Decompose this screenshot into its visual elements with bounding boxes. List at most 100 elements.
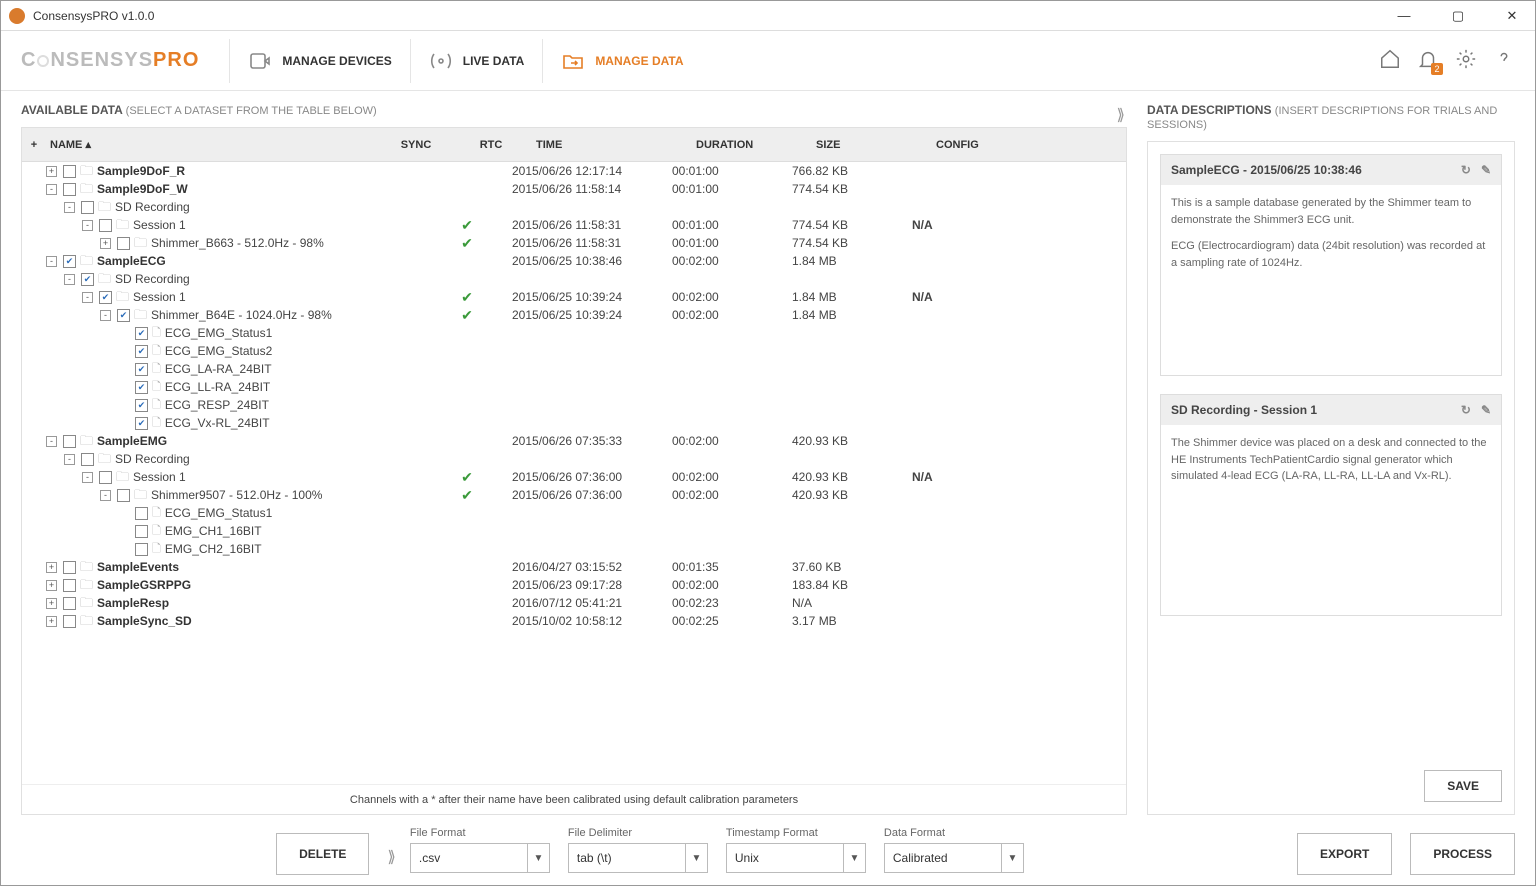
tree-row[interactable]: +🗀SampleResp2016/07/12 05:41:2100:02:23N…: [22, 594, 1126, 612]
row-checkbox[interactable]: [63, 579, 76, 592]
expand-icon[interactable]: +: [100, 238, 111, 249]
tree-row[interactable]: -🗀Session 1✔2015/06/25 10:39:2400:02:001…: [22, 288, 1126, 306]
row-checkbox[interactable]: [135, 507, 148, 520]
tree-row[interactable]: +🗀SampleEvents2016/04/27 03:15:5200:01:3…: [22, 558, 1126, 576]
collapse-icon[interactable]: -: [82, 220, 93, 231]
collapse-icon[interactable]: -: [82, 292, 93, 303]
tree-row[interactable]: +🗀SampleGSRPPG2015/06/23 09:17:2800:02:0…: [22, 576, 1126, 594]
row-checkbox[interactable]: [81, 273, 94, 286]
live-data-button[interactable]: LIVE DATA: [410, 39, 543, 83]
row-checkbox[interactable]: [81, 201, 94, 214]
home-icon[interactable]: [1379, 48, 1401, 73]
bell-icon[interactable]: 2: [1417, 48, 1439, 73]
tree-row[interactable]: +🗀Shimmer_B663 - 512.0Hz - 98%✔2015/06/2…: [22, 234, 1126, 252]
tree-row[interactable]: -🗀Shimmer9507 - 512.0Hz - 100%✔2015/06/2…: [22, 486, 1126, 504]
tree-row[interactable]: +🗀SampleSync_SD2015/10/02 10:58:1200:02:…: [22, 612, 1126, 630]
tree-row[interactable]: 🗋ECG_EMG_Status2: [22, 342, 1126, 360]
desc2-body[interactable]: The Shimmer device was placed on a desk …: [1161, 425, 1501, 615]
desc1-body[interactable]: This is a sample database generated by t…: [1161, 185, 1501, 375]
file-delimiter-select[interactable]: tab (\t)▼: [568, 843, 708, 873]
row-checkbox[interactable]: [135, 327, 148, 340]
collapse-chevrons-icon[interactable]: ⟩⟩: [1117, 105, 1121, 125]
collapse-icon[interactable]: -: [46, 184, 57, 195]
row-checkbox[interactable]: [117, 309, 130, 322]
tree-row[interactable]: 🗋ECG_LA-RA_24BIT: [22, 360, 1126, 378]
close-button[interactable]: ✕: [1497, 8, 1527, 24]
refresh-icon[interactable]: ↻: [1461, 163, 1471, 177]
gear-icon[interactable]: [1455, 48, 1477, 73]
collapse-icon[interactable]: -: [100, 310, 111, 321]
expand-icon[interactable]: +: [46, 562, 57, 573]
row-checkbox[interactable]: [63, 615, 76, 628]
row-checkbox[interactable]: [117, 489, 130, 502]
row-checkbox[interactable]: [99, 471, 112, 484]
tree-row[interactable]: -🗀Session 1✔2015/06/26 11:58:3100:01:007…: [22, 216, 1126, 234]
row-checkbox[interactable]: [135, 363, 148, 376]
col-time[interactable]: TIME: [536, 139, 696, 151]
minimize-button[interactable]: —: [1389, 8, 1419, 24]
add-column-button[interactable]: +: [22, 139, 46, 151]
tree-row[interactable]: 🗋EMG_CH1_16BIT: [22, 522, 1126, 540]
manage-data-button[interactable]: MANAGE DATA: [542, 39, 701, 83]
col-sync[interactable]: SYNC: [386, 139, 446, 151]
row-checkbox[interactable]: [135, 417, 148, 430]
delete-button[interactable]: DELETE: [276, 833, 369, 875]
collapse-icon[interactable]: -: [64, 274, 75, 285]
tree-row[interactable]: -🗀Shimmer_B64E - 1024.0Hz - 98%✔2015/06/…: [22, 306, 1126, 324]
save-button[interactable]: SAVE: [1424, 770, 1502, 802]
tree-row[interactable]: 🗋EMG_CH2_16BIT: [22, 540, 1126, 558]
collapse-icon[interactable]: -: [100, 490, 111, 501]
tree-row[interactable]: 🗋ECG_EMG_Status1: [22, 504, 1126, 522]
tree-row[interactable]: -🗀Session 1✔2015/06/26 07:36:0000:02:004…: [22, 468, 1126, 486]
expand-icon[interactable]: +: [46, 598, 57, 609]
file-format-select[interactable]: .csv▼: [410, 843, 550, 873]
tree-row[interactable]: -🗀SD Recording: [22, 270, 1126, 288]
collapse-icon[interactable]: -: [64, 454, 75, 465]
tree-row[interactable]: 🗋ECG_Vx-RL_24BIT: [22, 414, 1126, 432]
col-size[interactable]: SIZE: [816, 139, 936, 151]
tree-row[interactable]: +🗀Sample9DoF_R2015/06/26 12:17:1400:01:0…: [22, 162, 1126, 180]
export-button[interactable]: EXPORT: [1297, 833, 1392, 875]
col-rtc[interactable]: RTC: [446, 139, 536, 151]
tree-row[interactable]: -🗀SampleECG2015/06/25 10:38:4600:02:001.…: [22, 252, 1126, 270]
col-name[interactable]: NAME ▴: [46, 138, 386, 151]
tree-row[interactable]: 🗋ECG_EMG_Status1: [22, 324, 1126, 342]
refresh-icon[interactable]: ↻: [1461, 403, 1471, 417]
row-checkbox[interactable]: [135, 399, 148, 412]
edit-icon[interactable]: ✎: [1481, 163, 1491, 177]
tree-row[interactable]: -🗀SD Recording: [22, 450, 1126, 468]
row-checkbox[interactable]: [81, 453, 94, 466]
timestamp-format-select[interactable]: Unix▼: [726, 843, 866, 873]
expand-icon[interactable]: +: [46, 166, 57, 177]
row-checkbox[interactable]: [117, 237, 130, 250]
edit-icon[interactable]: ✎: [1481, 403, 1491, 417]
row-checkbox[interactable]: [135, 381, 148, 394]
help-icon[interactable]: [1493, 48, 1515, 73]
expand-icon[interactable]: +: [46, 580, 57, 591]
row-checkbox[interactable]: [63, 435, 76, 448]
tree-row[interactable]: 🗋ECG_RESP_24BIT: [22, 396, 1126, 414]
row-checkbox[interactable]: [63, 597, 76, 610]
col-duration[interactable]: DURATION: [696, 139, 816, 151]
row-checkbox[interactable]: [63, 255, 76, 268]
tree-row[interactable]: -🗀SampleEMG2015/06/26 07:35:3300:02:0042…: [22, 432, 1126, 450]
process-button[interactable]: PROCESS: [1410, 833, 1515, 875]
row-checkbox[interactable]: [99, 291, 112, 304]
row-checkbox[interactable]: [63, 183, 76, 196]
collapse-icon[interactable]: -: [82, 472, 93, 483]
tree-row[interactable]: 🗋ECG_LL-RA_24BIT: [22, 378, 1126, 396]
row-checkbox[interactable]: [63, 561, 76, 574]
row-checkbox[interactable]: [99, 219, 112, 232]
collapse-icon[interactable]: -: [64, 202, 75, 213]
col-config[interactable]: CONFIG: [936, 139, 1036, 151]
tree-row[interactable]: -🗀Sample9DoF_W2015/06/26 11:58:1400:01:0…: [22, 180, 1126, 198]
maximize-button[interactable]: ▢: [1443, 8, 1473, 24]
collapse-icon[interactable]: -: [46, 436, 57, 447]
row-checkbox[interactable]: [135, 345, 148, 358]
tree-row[interactable]: -🗀SD Recording: [22, 198, 1126, 216]
row-checkbox[interactable]: [63, 165, 76, 178]
data-format-select[interactable]: Calibrated▼: [884, 843, 1024, 873]
collapse-icon[interactable]: -: [46, 256, 57, 267]
row-checkbox[interactable]: [135, 543, 148, 556]
expand-icon[interactable]: +: [46, 616, 57, 627]
